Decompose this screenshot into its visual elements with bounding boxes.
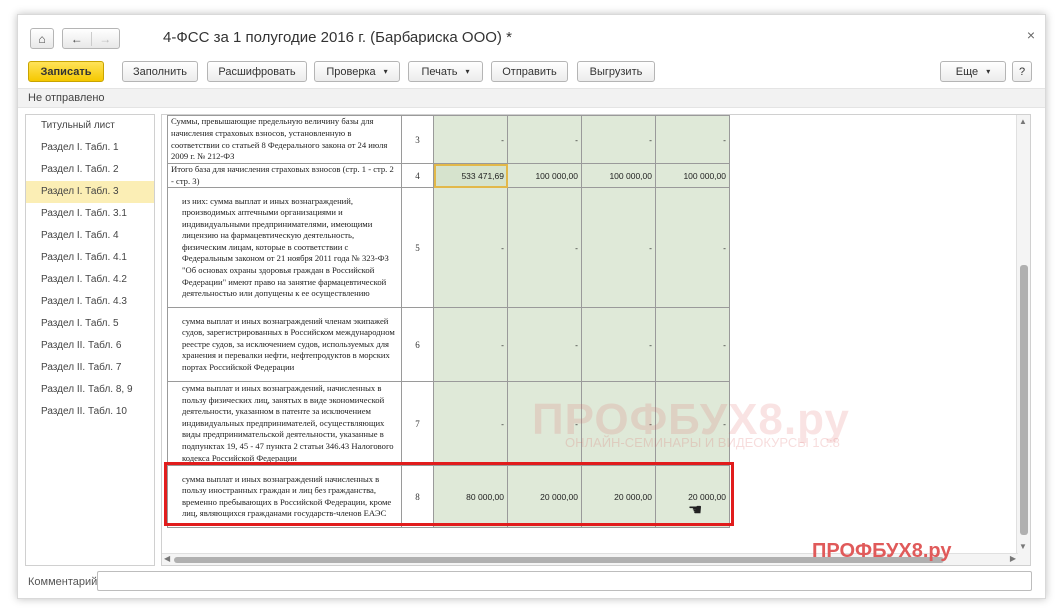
sidebar-item[interactable]: Раздел I. Табл. 1 xyxy=(26,137,154,159)
sidebar-item[interactable]: Раздел II. Табл. 7 xyxy=(26,357,154,379)
sidebar-item[interactable]: Титульный лист xyxy=(26,115,154,137)
value-cell[interactable]: - xyxy=(581,187,656,309)
table-row: Суммы, превышающие предельную величину б… xyxy=(167,115,730,164)
row-code: 7 xyxy=(401,381,434,467)
home-button[interactable]: ⌂ xyxy=(30,28,54,49)
sidebar-item[interactable]: Раздел II. Табл. 8, 9 xyxy=(26,379,154,401)
scroll-down-icon[interactable]: ▼ xyxy=(1019,542,1027,551)
row-code: 4 xyxy=(401,162,434,189)
sidebar-item[interactable]: Раздел II. Табл. 10 xyxy=(26,401,154,423)
watermark-subtext: ОНЛАЙН-СЕМИНАРЫ И ВИДЕОКУРСЫ 1С:8 xyxy=(565,435,840,450)
more-button[interactable]: Еще ▾ xyxy=(940,61,1006,82)
value-cell[interactable]: - xyxy=(433,307,508,383)
scroll-left-icon[interactable]: ◀ xyxy=(164,554,170,563)
value-cell[interactable]: - xyxy=(581,307,656,383)
upload-button[interactable]: Выгрузить xyxy=(577,61,655,82)
status-line: Не отправлено xyxy=(18,88,1045,108)
print-button-label: Печать xyxy=(421,65,458,78)
value-cell[interactable]: - xyxy=(433,187,508,309)
sidebar-item[interactable]: Раздел I. Табл. 3.1 xyxy=(26,203,154,225)
sections-panel: Титульный лист Раздел I. Табл. 1 Раздел I.… xyxy=(25,114,155,566)
more-button-label: Еще xyxy=(955,65,979,78)
title-bar: ⌂ ← → 4-ФСС за 1 полугодие 2016 г. (Барб… xyxy=(18,15,1045,57)
fill-button[interactable]: Заполнить xyxy=(122,61,198,82)
hand-cursor-icon: ☚ xyxy=(688,502,703,519)
back-arrow-icon[interactable]: ← xyxy=(63,32,91,46)
value-cell[interactable]: - xyxy=(655,187,730,309)
row-description: из них: сумма выплат и иных вознагражден… xyxy=(167,187,402,309)
close-icon[interactable]: × xyxy=(1027,27,1035,43)
chevron-down-icon: ▾ xyxy=(383,67,388,76)
row-code: 3 xyxy=(401,115,434,164)
command-bar: Записать Заполнить Расшифровать Проверка… xyxy=(18,61,1045,85)
brand-logo: ПРОФБУХ8.ру xyxy=(812,540,952,562)
row-code: 5 xyxy=(401,187,434,309)
check-button[interactable]: Проверка ▾ xyxy=(314,61,400,82)
sidebar-item[interactable]: Раздел I. Табл. 2 xyxy=(26,159,154,181)
value-cell[interactable]: - xyxy=(433,115,508,164)
value-cell[interactable]: - xyxy=(655,115,730,164)
value-cell[interactable]: 100 000,00 xyxy=(581,162,656,189)
table-row: Итого база для начисления страховых взно… xyxy=(167,162,730,189)
value-cell[interactable]: - xyxy=(655,307,730,383)
sidebar-item[interactable]: Раздел I. Табл. 5 xyxy=(26,313,154,335)
check-button-label: Проверка xyxy=(326,65,376,78)
row-description: Итого база для начисления страховых взно… xyxy=(167,162,402,189)
help-button[interactable]: ? xyxy=(1012,61,1032,82)
sidebar-item[interactable]: Раздел I. Табл. 4.2 xyxy=(26,269,154,291)
table-row: из них: сумма выплат и иных вознагражден… xyxy=(167,187,730,309)
comment-field[interactable] xyxy=(97,571,1032,591)
table-row: сумма выплат и иных вознаграждений члена… xyxy=(167,307,730,383)
row-description: Суммы, превышающие предельную величину б… xyxy=(167,115,402,164)
history-nav: ← → xyxy=(62,28,120,49)
send-button[interactable]: Отправить xyxy=(491,61,568,82)
chevron-down-icon: ▾ xyxy=(465,67,470,76)
row-description: сумма выплат и иных вознаграждений, начи… xyxy=(167,381,402,467)
value-cell[interactable]: - xyxy=(433,381,508,467)
value-cell[interactable]: - xyxy=(507,187,582,309)
sidebar-item[interactable]: Раздел II. Табл. 6 xyxy=(26,335,154,357)
value-cell[interactable]: - xyxy=(581,115,656,164)
save-button[interactable]: Записать xyxy=(28,61,104,82)
chevron-down-icon: ▾ xyxy=(986,67,991,76)
value-cell[interactable]: - xyxy=(507,307,582,383)
value-cell[interactable]: 533 471,69 xyxy=(433,162,508,189)
value-cell[interactable]: 100 000,00 xyxy=(507,162,582,189)
row-description: сумма выплат и иных вознаграждений члена… xyxy=(167,307,402,383)
window-title: 4-ФСС за 1 полугодие 2016 г. (Барбариска… xyxy=(163,29,512,46)
print-button[interactable]: Печать ▾ xyxy=(408,61,483,82)
forward-arrow-icon[interactable]: → xyxy=(90,31,120,46)
home-icon: ⌂ xyxy=(38,31,46,46)
row-code: 6 xyxy=(401,307,434,383)
vertical-scrollbar[interactable]: ▲ ▼ xyxy=(1016,115,1030,565)
sidebar-item[interactable]: Раздел I. Табл. 4.3 xyxy=(26,291,154,313)
sidebar-item[interactable]: Раздел I. Табл. 4.1 xyxy=(26,247,154,269)
value-cell[interactable]: 100 000,00 xyxy=(655,162,730,189)
sidebar-item[interactable]: Раздел I. Табл. 4 xyxy=(26,225,154,247)
scroll-right-icon[interactable]: ▶ xyxy=(1010,554,1016,563)
scroll-up-icon[interactable]: ▲ xyxy=(1019,117,1027,126)
sidebar-item[interactable]: Раздел I. Табл. 3 xyxy=(26,181,154,203)
comment-label: Комментарий: xyxy=(28,576,101,588)
value-cell[interactable]: - xyxy=(507,115,582,164)
decode-button[interactable]: Расшифровать xyxy=(207,61,307,82)
row-8-highlight-frame xyxy=(164,462,734,526)
vertical-scroll-thumb[interactable] xyxy=(1020,265,1028,535)
